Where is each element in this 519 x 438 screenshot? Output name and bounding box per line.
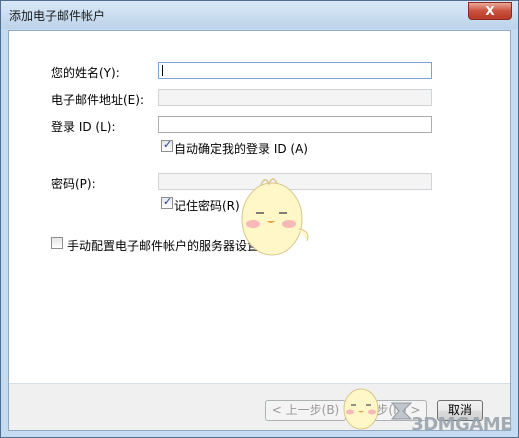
remember-password-checkbox[interactable]: ✓ [161,195,173,209]
mascot-icon [343,388,379,430]
add-email-account-dialog: 添加电子邮件帐户 X 您的姓名(Y): 电子邮件地址(E): 登录 ID (L)… [0,0,519,438]
form-panel: 您的姓名(Y): 电子邮件地址(E): 登录 ID (L): ✓ 自动确定我的登… [9,31,510,383]
auto-login-label[interactable]: 自动确定我的登录 ID (A) [174,140,308,157]
watermark-text: 3DMGAME [411,414,512,435]
auto-login-checkbox[interactable]: ✓ [161,138,173,152]
dialog-client-area: 您的姓名(Y): 电子邮件地址(E): 登录 ID (L): ✓ 自动确定我的登… [8,30,511,431]
title-bar[interactable]: 添加电子邮件帐户 X [1,1,518,29]
back-button[interactable]: < 上一步(B) [265,400,346,421]
mascot-icon [241,178,309,256]
footer-separator [9,383,510,384]
manual-config-checkbox[interactable] [51,237,63,249]
window-title: 添加电子邮件帐户 [9,9,106,23]
text-caret [162,65,163,76]
close-button[interactable]: X [468,2,512,20]
login-id-label: 登录 ID (L): [51,120,116,134]
check-icon: ✓ [163,195,173,208]
email-label: 电子邮件地址(E): [51,93,144,107]
remember-password-label[interactable]: 记住密码(R) [174,197,240,214]
name-label: 您的姓名(Y): [51,66,120,80]
name-input[interactable] [158,62,432,79]
email-input[interactable] [158,89,432,106]
password-label: 密码(P): [51,177,96,191]
check-icon: ✓ [163,138,173,151]
login-id-input[interactable] [158,116,432,133]
